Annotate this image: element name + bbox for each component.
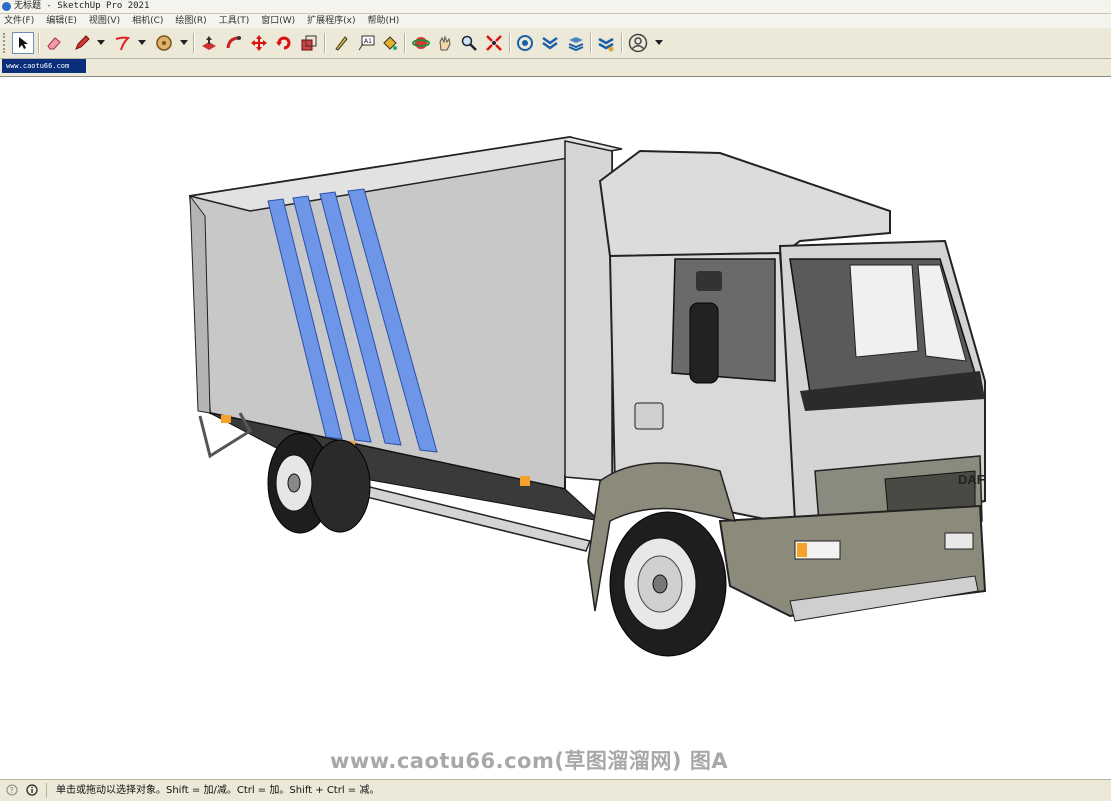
pan-icon — [439, 35, 451, 51]
account-dropdown[interactable] — [655, 40, 663, 45]
eraser-tool-button[interactable] — [43, 32, 65, 54]
watermark-text: www.caotu66.com(草图溜溜网) 图A — [330, 749, 729, 773]
menu-bar: 文件(F) 编辑(E) 视图(V) 相机(C) 绘图(R) 工具(T) 窗口(W… — [0, 14, 1111, 28]
zoom-extents-tool-button[interactable] — [483, 32, 505, 54]
arc-icon — [115, 36, 131, 51]
title-bar: 无标题 - SketchUp Pro 2021 — [0, 0, 1111, 14]
orbit-tool-button[interactable] — [410, 32, 432, 54]
account-icon — [628, 33, 648, 53]
paint-bucket-icon — [383, 36, 397, 50]
menu-tools[interactable]: 工具(T) — [215, 14, 258, 28]
menu-help[interactable]: 帮助(H) — [364, 14, 408, 28]
select-tool-button[interactable] — [12, 32, 34, 54]
text-icon: A1 — [358, 35, 375, 51]
eraser-icon — [47, 37, 61, 50]
scale-tool-button[interactable] — [298, 32, 320, 54]
arc-dropdown[interactable] — [138, 40, 146, 45]
select-icon — [19, 37, 28, 49]
pencil-dropdown[interactable] — [97, 40, 105, 45]
svg-text:?: ? — [10, 786, 14, 795]
layers-button[interactable] — [565, 32, 587, 54]
window-title: 无标题 - SketchUp Pro 2021 — [14, 1, 150, 11]
account-button[interactable] — [627, 32, 649, 54]
menu-camera[interactable]: 相机(C) — [128, 14, 171, 28]
push-pull-tool-button[interactable] — [198, 32, 220, 54]
status-bar: ? 单击或拖动以选择对象。Shift = 加/减。Ctrl = 加。Shift … — [0, 779, 1111, 801]
menu-window[interactable]: 窗口(W) — [257, 14, 303, 28]
main-toolbar: A1 — [0, 28, 1111, 59]
rotate-icon — [276, 36, 291, 50]
arc-tool-button[interactable] — [111, 32, 133, 54]
orbit-icon — [412, 37, 430, 49]
svg-text:A1: A1 — [364, 38, 372, 45]
menu-draw[interactable]: 绘图(R) — [171, 14, 214, 28]
follow-me-tool-button[interactable] — [223, 32, 245, 54]
pencil-tool-button[interactable] — [71, 32, 93, 54]
pan-tool-button[interactable] — [434, 32, 456, 54]
zoom-extents-icon — [486, 35, 502, 51]
move-tool-button[interactable] — [248, 32, 270, 54]
text-tool-button[interactable]: A1 — [355, 32, 377, 54]
tape-measure-icon — [335, 36, 348, 51]
menu-file[interactable]: 文件(F) — [0, 14, 42, 28]
extension-warehouse-button[interactable] — [539, 32, 561, 54]
zoom-icon — [461, 35, 477, 51]
brand-badge: DAF — [958, 472, 985, 487]
menu-view[interactable]: 视图(V) — [85, 14, 128, 28]
scene-tab[interactable]: www.caotu66.com — [2, 59, 86, 73]
status-message: 单击或拖动以选择对象。Shift = 加/减。Ctrl = 加。Shift + … — [56, 785, 380, 796]
info-icon[interactable] — [26, 784, 38, 796]
scale-icon — [301, 35, 317, 51]
sketchup-logo-icon — [2, 2, 11, 11]
circle-dropdown[interactable] — [180, 40, 188, 45]
truck-model: DAF — [188, 135, 987, 657]
circle-tool-button[interactable] — [153, 32, 175, 54]
drawing-viewport[interactable]: DAF www.caotu66.com(草图溜溜网) 图A — [0, 76, 1111, 779]
circle-icon — [156, 35, 172, 51]
warehouse-button[interactable] — [514, 32, 536, 54]
extension-icon — [542, 36, 558, 50]
layers-icon — [568, 37, 584, 52]
pencil-icon — [75, 35, 90, 50]
warehouse-icon — [517, 35, 533, 51]
tape-measure-tool-button[interactable] — [330, 32, 352, 54]
rotate-tool-button[interactable] — [273, 32, 295, 54]
menu-extensions[interactable]: 扩展程序(x) — [303, 14, 363, 28]
sync-button[interactable] — [595, 32, 617, 54]
sync-icon — [598, 37, 614, 52]
follow-me-icon — [226, 36, 241, 49]
menu-edit[interactable]: 编辑(E) — [42, 14, 85, 28]
zoom-tool-button[interactable] — [458, 32, 480, 54]
paint-bucket-tool-button[interactable] — [379, 32, 401, 54]
scene-tab-strip: www.caotu66.com — [0, 59, 1111, 74]
move-icon — [251, 35, 267, 51]
push-pull-icon — [202, 36, 216, 50]
toolbar-grip[interactable] — [3, 33, 9, 53]
geolocation-icon[interactable]: ? — [6, 784, 18, 796]
